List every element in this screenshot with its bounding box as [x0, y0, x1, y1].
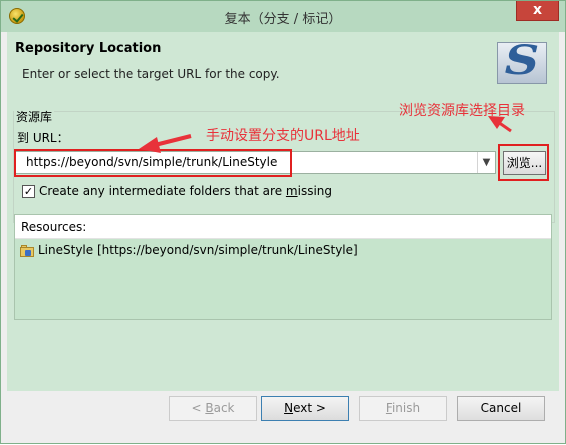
url-arrow-icon: [139, 137, 161, 153]
annotation-arrows: [139, 116, 512, 153]
copy-dialog-window: 复本（分支 / 标记） x Repository Location Enter …: [0, 0, 566, 444]
browse-arrow-icon: [488, 116, 505, 129]
